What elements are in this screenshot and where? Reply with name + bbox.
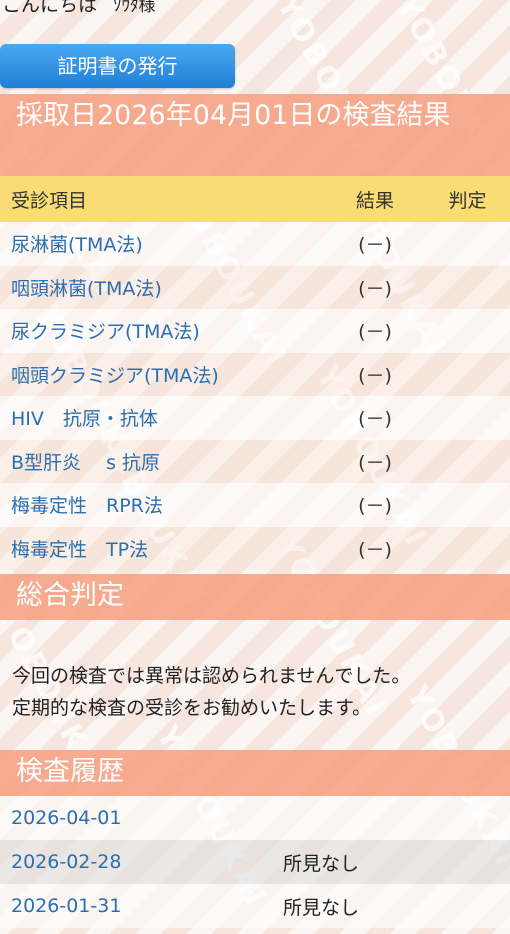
- greeting: こんにちは ｿｳﾀ様: [0, 0, 510, 30]
- history-note: 所見なし: [283, 852, 360, 875]
- result-table-header: 受診項目 結果 判定: [0, 176, 510, 222]
- test-item-link[interactable]: 咽頭淋菌(TMA法): [0, 274, 325, 301]
- table-row: HIV 抗原・抗体 (－): [0, 396, 510, 440]
- test-result: (－): [358, 408, 392, 431]
- test-item-link[interactable]: 咽頭クラミジア(TMA法): [0, 361, 325, 388]
- column-header-judgement: 判定: [448, 189, 487, 212]
- result-date-heading: 採取日2026年04月01日の検査結果: [0, 94, 510, 176]
- test-item-link[interactable]: B型肝炎 s 抗原: [0, 448, 325, 475]
- test-result: (－): [358, 277, 392, 300]
- table-row: 咽頭クラミジア(TMA法) (－): [0, 352, 510, 396]
- test-item-link[interactable]: 尿淋菌(TMA法): [0, 230, 325, 257]
- history-heading: 検査履歴: [0, 750, 510, 796]
- test-item-link[interactable]: 梅毒定性 TP法: [0, 535, 325, 562]
- history-list: 2026-04-01 2026-02-28 所見なし 2026-01-31 所見…: [0, 796, 510, 928]
- table-row: 梅毒定性 RPR法 (－): [0, 483, 510, 527]
- history-note: 所見なし: [283, 896, 360, 919]
- user-name: ｿｳﾀ様: [113, 0, 156, 16]
- test-result: (－): [358, 451, 392, 474]
- test-item-link[interactable]: HIV 抗原・抗体: [0, 404, 325, 431]
- summary-line: 今回の検査では異常は認められませんでした。: [12, 665, 411, 687]
- table-row: 尿淋菌(TMA法) (－): [0, 222, 510, 266]
- column-header-result: 結果: [355, 189, 394, 212]
- result-table-body: 尿淋菌(TMA法) (－) 咽頭淋菌(TMA法) (－) 尿クラミジア(TMA法…: [0, 222, 510, 570]
- history-date-link[interactable]: 2026-02-28: [0, 851, 283, 873]
- history-row: 2026-04-01: [0, 796, 510, 840]
- test-item-link[interactable]: 梅毒定性 RPR法: [0, 491, 325, 518]
- summary-line: 定期的な検査の受診をお勧めいたします。: [12, 697, 372, 719]
- table-row: 尿クラミジア(TMA法) (－): [0, 309, 510, 353]
- test-result: (－): [358, 321, 392, 344]
- test-result: (－): [358, 538, 392, 561]
- test-result: (－): [358, 495, 392, 518]
- summary-text: 今回の検査では異常は認められませんでした。 定期的な検査の受診をお勧めいたします…: [0, 620, 510, 750]
- history-date-link[interactable]: 2026-04-01: [0, 807, 283, 829]
- table-row: 梅毒定性 TP法 (－): [0, 526, 510, 570]
- greeting-text: こんにちは: [2, 0, 98, 16]
- table-row: 咽頭淋菌(TMA法) (－): [0, 265, 510, 309]
- column-header-item: 受診項目: [11, 189, 88, 212]
- table-row: B型肝炎 s 抗原 (－): [0, 439, 510, 483]
- history-row: 2026-01-31 所見なし: [0, 884, 510, 928]
- test-result: (－): [358, 234, 392, 257]
- issue-certificate-button[interactable]: 証明書の発行: [0, 44, 235, 88]
- test-result: (－): [358, 364, 392, 387]
- history-date-link[interactable]: 2026-01-31: [0, 895, 283, 917]
- certificate-area: 証明書の発行: [0, 36, 510, 94]
- summary-heading: 総合判定: [0, 574, 510, 620]
- history-row: 2026-02-28 所見なし: [0, 840, 510, 884]
- test-item-link[interactable]: 尿クラミジア(TMA法): [0, 317, 325, 344]
